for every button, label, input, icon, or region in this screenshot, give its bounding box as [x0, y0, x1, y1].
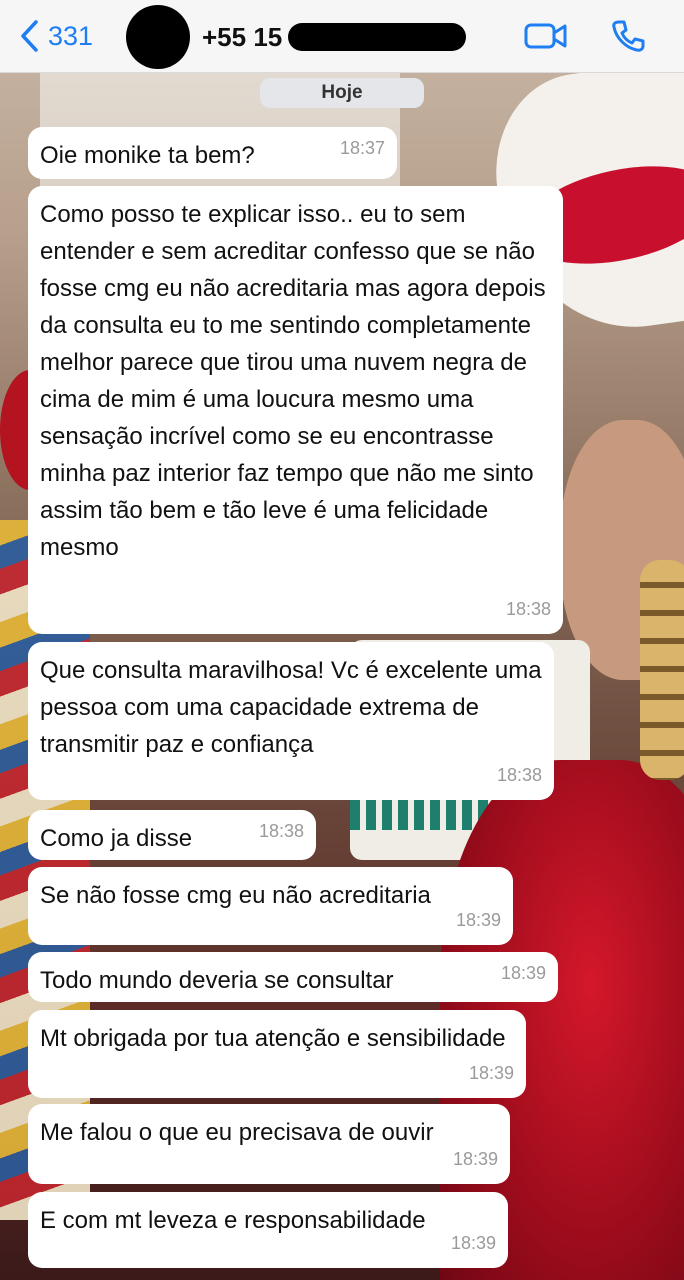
message-bubble[interactable]: Como posso te explicar isso.. eu to sem … — [28, 186, 563, 634]
chevron-left-icon — [21, 20, 38, 52]
message-time: 18:39 — [450, 1233, 496, 1253]
message-time: 18:39 — [452, 1149, 498, 1169]
message-text: E com mt leveza e responsabilidade — [40, 1207, 426, 1234]
message-text: Oie monike ta bem? — [40, 142, 255, 169]
message-time: 18:39 — [468, 1063, 514, 1083]
contact-title[interactable]: +55 15 — [202, 20, 467, 54]
message-time: 18:38 — [258, 821, 304, 841]
voice-call-button[interactable] — [606, 18, 650, 54]
message-bubble[interactable]: E com mt leveza e responsabilidade 18:39 — [28, 1192, 508, 1268]
message-text: Se não fosse cmg eu não acreditaria — [40, 882, 431, 909]
video-call-button[interactable] — [524, 18, 568, 54]
message-text: Me falou o que eu precisava de ouvir — [40, 1119, 434, 1146]
message-bubble[interactable]: Se não fosse cmg eu não acreditaria 18:3… — [28, 867, 513, 945]
chat-area[interactable]: Hoje Oie monike ta bem? 18:37 Como posso… — [0, 72, 684, 1280]
avatar[interactable] — [126, 5, 190, 69]
message-bubble[interactable]: Todo mundo deveria se consultar 18:39 — [28, 952, 558, 1002]
message-bubble[interactable]: Que consulta maravilhosa! Vc é excelente… — [28, 642, 554, 800]
message-bubble[interactable]: Como ja disse 18:38 — [28, 810, 316, 860]
chat-header: 331 +55 15 — [0, 0, 684, 73]
message-bubble[interactable]: Me falou o que eu precisava de ouvir 18:… — [28, 1104, 510, 1184]
message-time: 18:38 — [496, 765, 542, 785]
message-text: Mt obrigada por tua atenção e sensibilid… — [40, 1025, 506, 1052]
contact-number: +55 15 — [202, 21, 283, 52]
message-time: 18:38 — [505, 599, 551, 619]
unread-count: 331 — [48, 20, 94, 51]
message-text: Como ja disse — [40, 825, 193, 852]
message-bubble[interactable]: Mt obrigada por tua atenção e sensibilid… — [28, 1010, 526, 1098]
phone-icon — [612, 20, 645, 52]
message-text: Todo mundo deveria se consultar — [40, 967, 394, 994]
redacted-number — [288, 23, 467, 51]
message-time: 18:37 — [339, 138, 385, 158]
video-camera-icon — [524, 23, 567, 49]
message-text: Como posso te explicar isso.. eu to sem … — [40, 201, 546, 561]
message-bubble[interactable]: Oie monike ta bem? 18:37 — [28, 127, 397, 179]
back-button[interactable]: 331 — [18, 18, 93, 54]
message-time: 18:39 — [455, 910, 501, 930]
message-time: 18:39 — [500, 963, 546, 983]
message-text: Que consulta maravilhosa! Vc é excelente… — [40, 657, 542, 758]
date-separator: Hoje — [260, 78, 424, 108]
